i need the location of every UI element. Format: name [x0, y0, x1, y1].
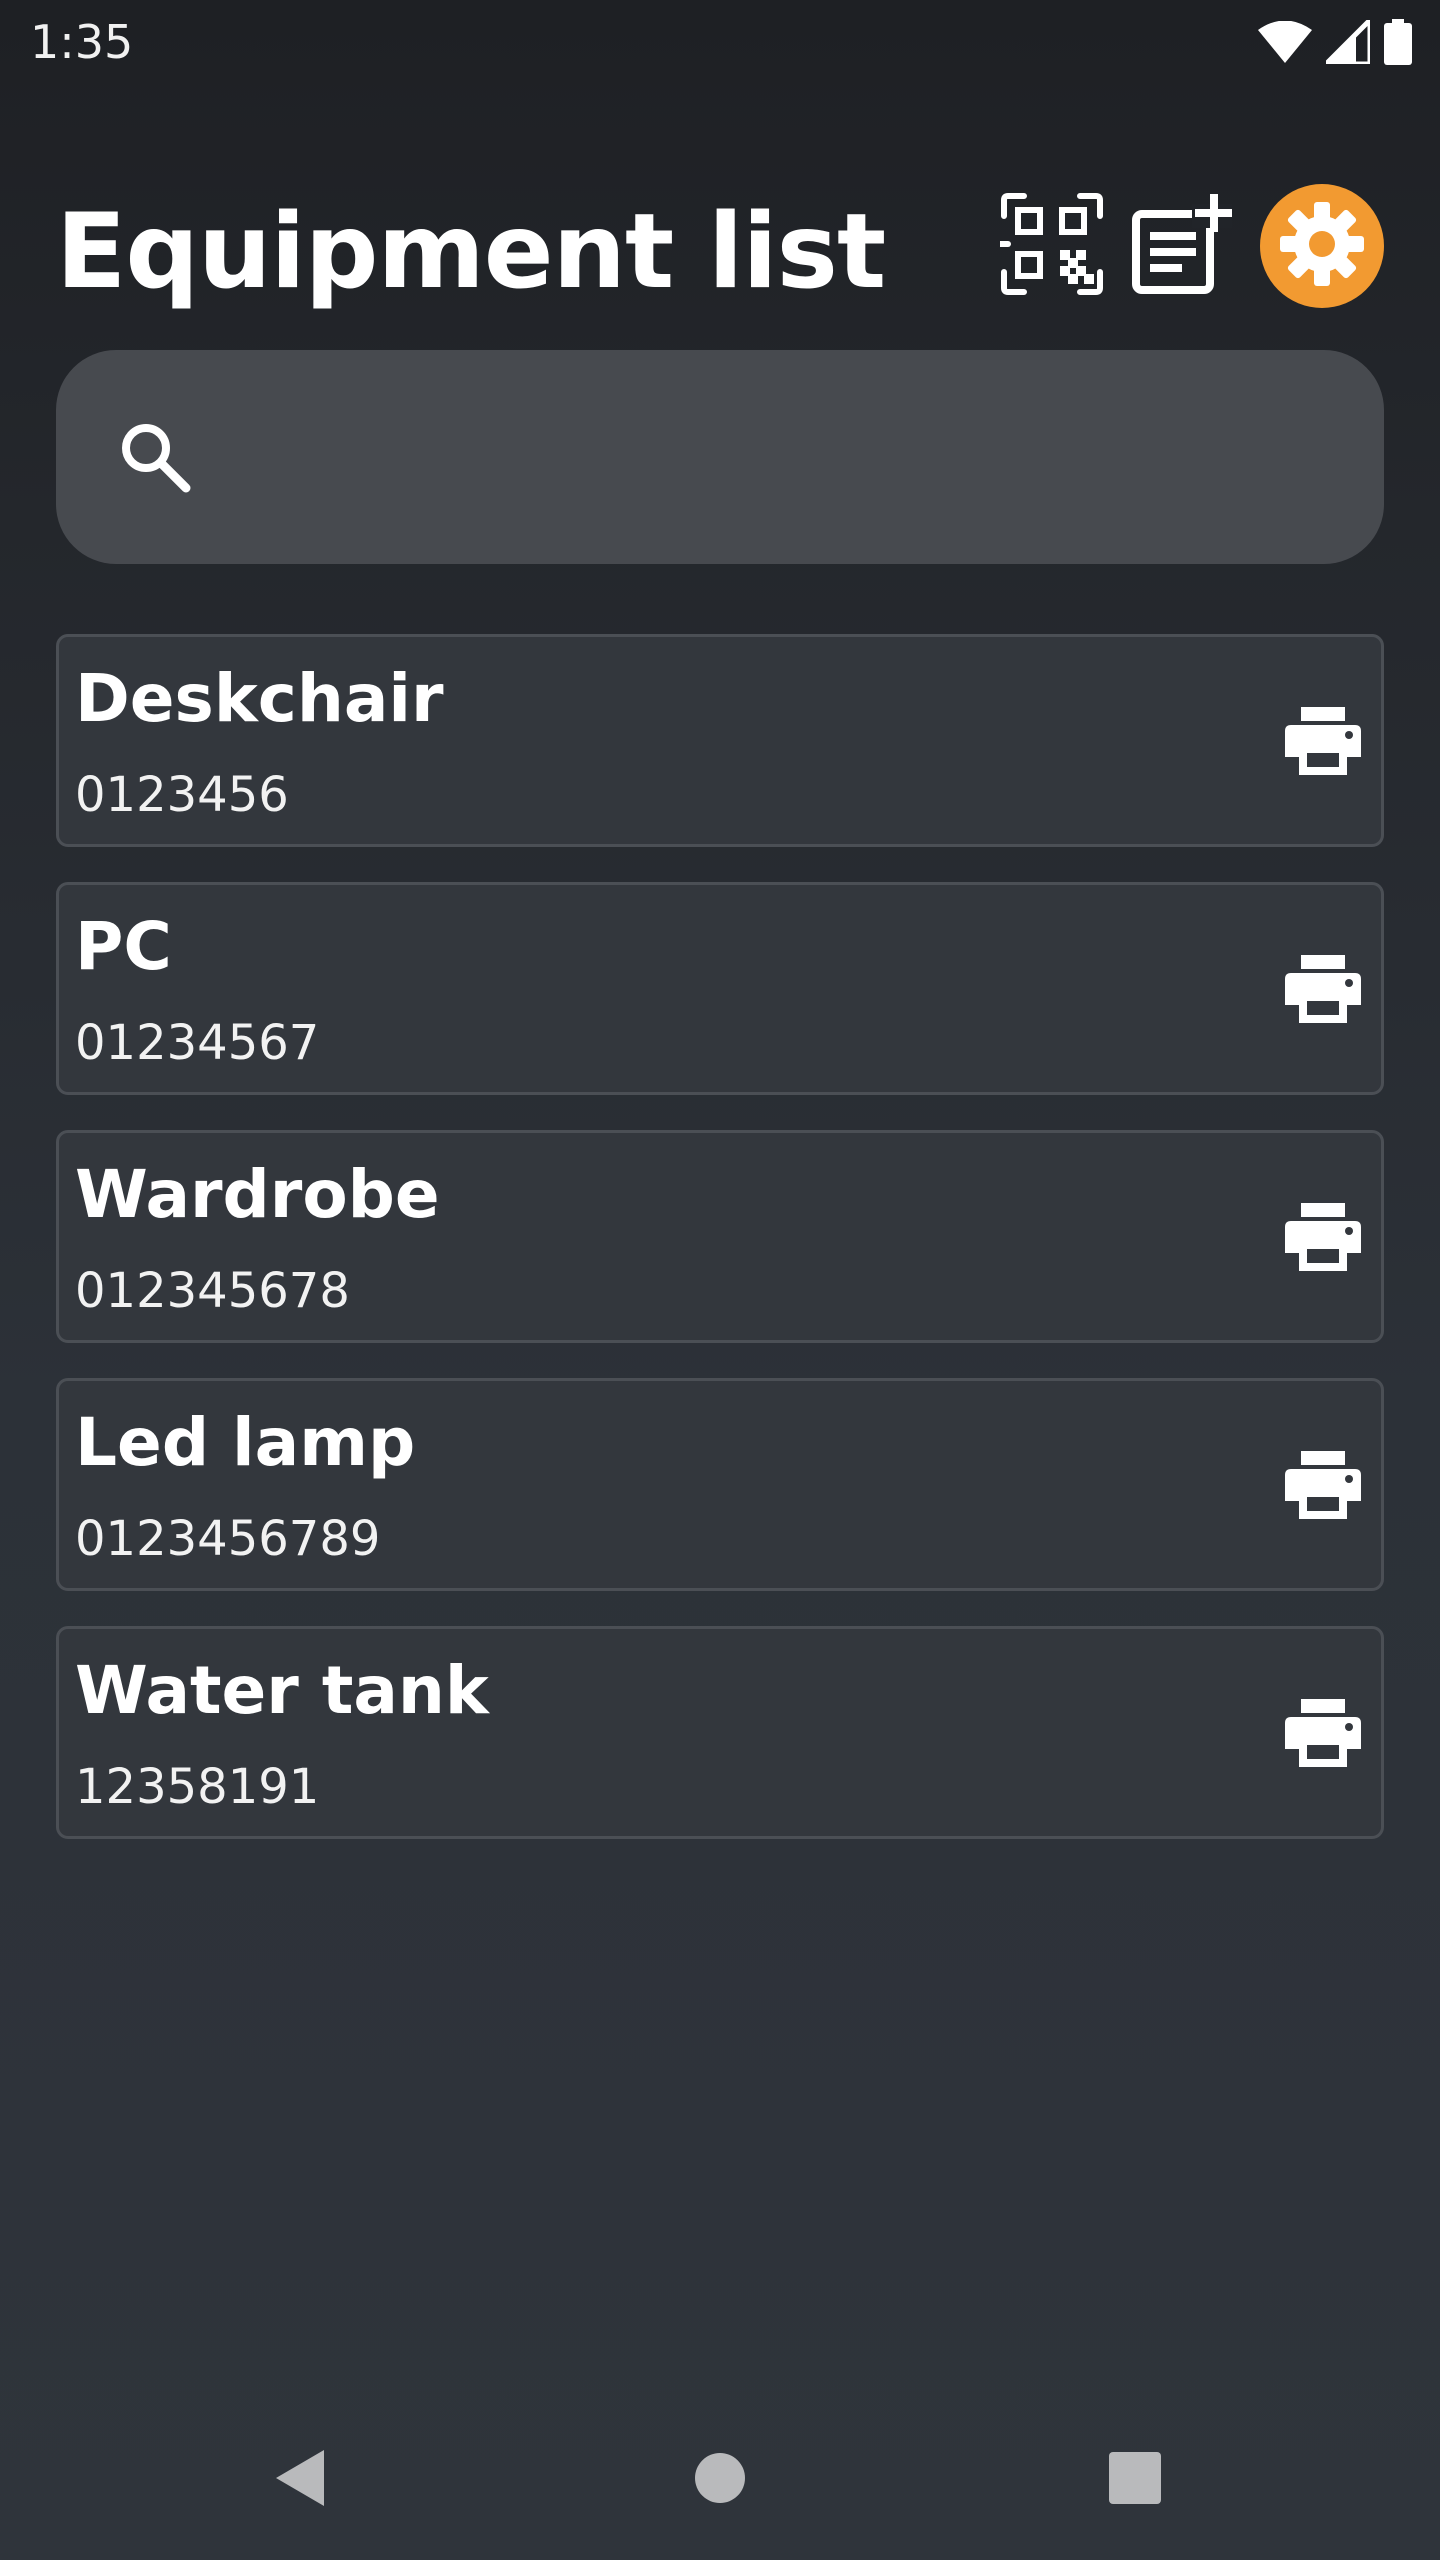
add-equipment-button[interactable] — [1132, 194, 1232, 298]
header: Equipment list — [0, 170, 1440, 330]
list-item[interactable]: PC 01234567 — [56, 882, 1384, 1095]
print-button[interactable] — [1285, 1699, 1361, 1767]
header-actions — [997, 184, 1384, 308]
recents-icon — [1109, 2452, 1161, 2508]
printer-icon — [1285, 955, 1361, 1027]
item-name: Led lamp — [75, 1404, 416, 1481]
add-note-icon — [1132, 194, 1232, 298]
back-icon — [272, 2448, 328, 2512]
search-icon — [118, 420, 192, 494]
search-bar[interactable] — [56, 350, 1384, 564]
home-button[interactable] — [640, 2400, 800, 2560]
wifi-icon — [1258, 21, 1312, 63]
printer-icon — [1285, 1203, 1361, 1275]
item-name: Wardrobe — [75, 1156, 440, 1233]
status-bar: 1:35 — [0, 0, 1440, 84]
printer-icon — [1285, 707, 1361, 779]
print-button[interactable] — [1285, 1203, 1361, 1271]
system-nav-bar — [0, 2400, 1440, 2560]
scan-qr-button[interactable] — [997, 192, 1104, 300]
gear-icon — [1279, 201, 1365, 291]
printer-icon — [1285, 1699, 1361, 1771]
signal-icon — [1326, 20, 1370, 64]
back-button[interactable] — [220, 2400, 380, 2560]
item-code: 0123456789 — [75, 1511, 381, 1567]
list-item[interactable]: Wardrobe 012345678 — [56, 1130, 1384, 1343]
print-button[interactable] — [1285, 707, 1361, 775]
qr-code-scan-icon — [997, 192, 1104, 300]
search-input[interactable] — [226, 390, 1330, 526]
item-name: Deskchair — [75, 660, 444, 737]
print-button[interactable] — [1285, 1451, 1361, 1519]
item-code: 01234567 — [75, 1015, 320, 1071]
list-item[interactable]: Deskchair 0123456 — [56, 634, 1384, 847]
status-time: 1:35 — [30, 15, 134, 69]
page-title: Equipment list — [56, 192, 886, 312]
home-icon — [694, 2452, 746, 2508]
battery-icon — [1384, 19, 1412, 65]
item-code: 012345678 — [75, 1263, 350, 1319]
print-button[interactable] — [1285, 955, 1361, 1023]
item-name: Water tank — [75, 1652, 489, 1729]
list-item[interactable]: Led lamp 0123456789 — [56, 1378, 1384, 1591]
item-code: 12358191 — [75, 1759, 320, 1815]
recents-button[interactable] — [1055, 2400, 1215, 2560]
settings-button[interactable] — [1260, 184, 1384, 308]
printer-icon — [1285, 1451, 1361, 1523]
list-item[interactable]: Water tank 12358191 — [56, 1626, 1384, 1839]
item-name: PC — [75, 908, 172, 985]
status-icons — [1258, 18, 1412, 66]
equipment-list: Deskchair 0123456 PC 01234567 Wardrobe 0… — [56, 634, 1384, 1874]
item-code: 0123456 — [75, 767, 289, 823]
